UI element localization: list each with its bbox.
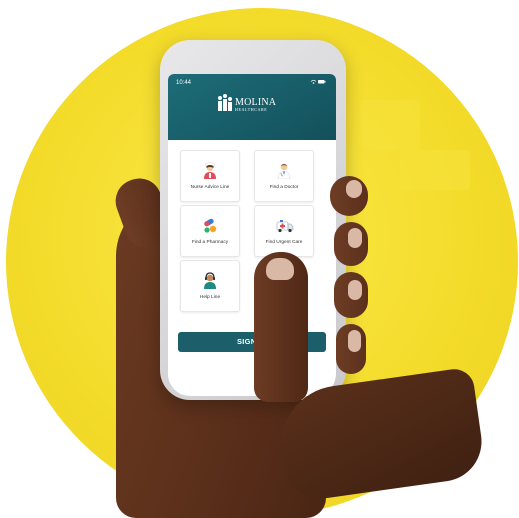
tile-find-urgent-care[interactable]: Find Urgent Care [254, 205, 314, 257]
app-header: 10:44 MOLINA HEALTHCARE [168, 74, 336, 140]
brand-tagline: HEALTHCARE [235, 107, 268, 112]
background-shape [400, 150, 470, 190]
phone-screen: 10:44 MOLINA HEALTHCARE Nurse Advice Lin… [168, 74, 336, 396]
finger-nail [348, 280, 362, 300]
pharmacy-icon [202, 216, 218, 234]
headset-icon [202, 271, 218, 289]
tile-find-a-pharmacy[interactable]: Find a Pharmacy [180, 205, 240, 257]
status-time: 10:44 [176, 80, 192, 86]
tile-find-a-doctor[interactable]: Find a Doctor [254, 150, 314, 202]
background-shape [360, 100, 420, 150]
logo-mark-icon [218, 94, 233, 111]
tile-label: Find a Doctor [269, 185, 299, 190]
pointing-finger-nail [266, 258, 294, 280]
finger-nail [348, 228, 362, 248]
finger-nail [348, 330, 361, 352]
tile-label: Help Line [199, 295, 221, 300]
wifi-battery-icon [310, 79, 326, 87]
ambulance-icon [276, 216, 294, 234]
doctor-icon [276, 161, 292, 180]
tile-label: Nurse Advice Line [190, 185, 230, 190]
finger-nail [346, 180, 362, 198]
molina-logo: MOLINA HEALTHCARE [218, 94, 276, 112]
tile-label: Find Urgent Care [265, 240, 303, 245]
tile-help-line[interactable]: Help Line [180, 260, 240, 312]
tile-nurse-advice-line[interactable]: Nurse Advice Line [180, 150, 240, 202]
tile-label: Find a Pharmacy [191, 240, 229, 245]
nurse-icon [202, 161, 218, 179]
